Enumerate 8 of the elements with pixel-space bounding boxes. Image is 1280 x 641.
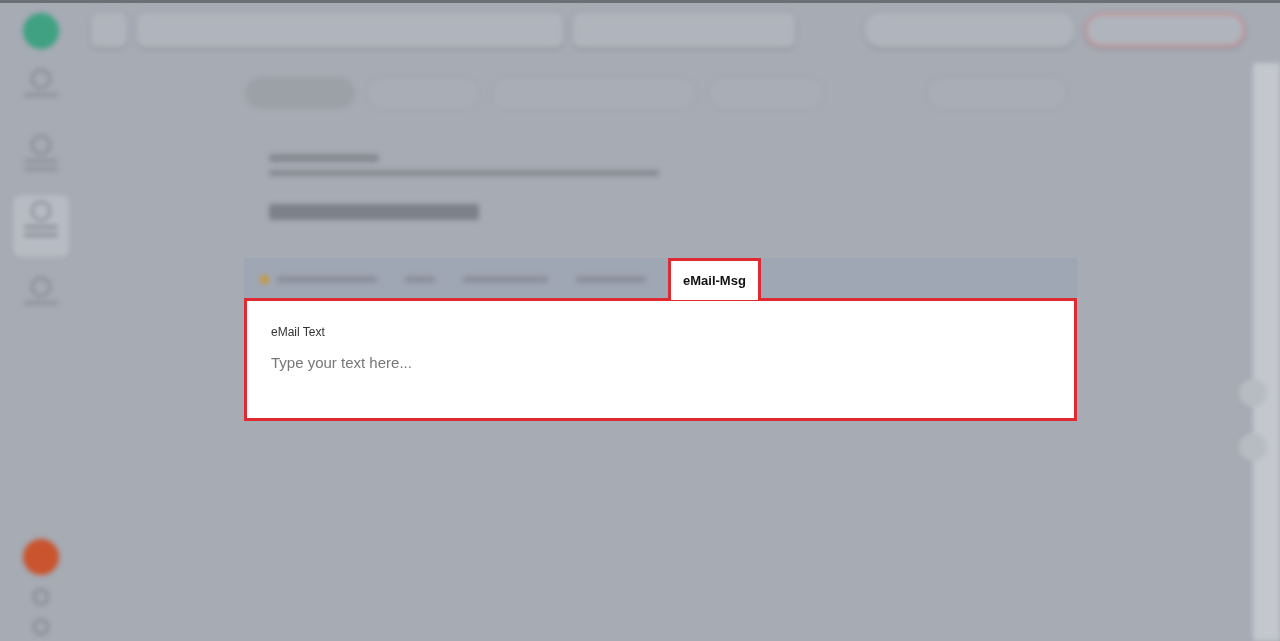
- delete-button[interactable]: [1085, 13, 1245, 47]
- tab[interactable]: eMail-Msg: [668, 258, 761, 300]
- field-label: eMail Text: [271, 324, 326, 341]
- sidebar-item[interactable]: [13, 195, 70, 257]
- link-button[interactable]: [1239, 433, 1267, 461]
- logo-icon: [23, 13, 60, 49]
- add-button[interactable]: [23, 539, 60, 575]
- collapse-button[interactable]: [1239, 379, 1267, 407]
